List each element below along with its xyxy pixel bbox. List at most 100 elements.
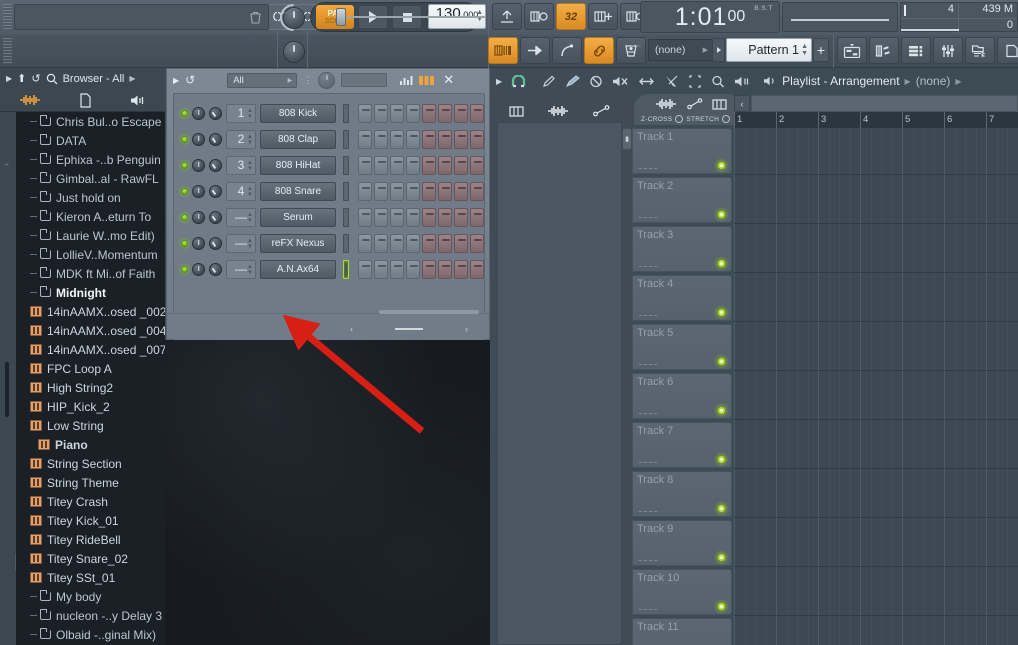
channel-enable-led[interactable] (181, 188, 188, 195)
pattern-menu-button[interactable] (712, 38, 725, 62)
channel-pan-knob[interactable] (209, 159, 222, 172)
channel-number[interactable]: —▲▼ (226, 208, 256, 227)
track-enable-led[interactable] (717, 406, 726, 415)
step-button[interactable] (438, 130, 452, 149)
waveform-tool-icon[interactable] (547, 105, 569, 117)
channel-name-button[interactable]: A.N.Ax64 (260, 260, 336, 279)
mute-tool-icon[interactable] (612, 75, 629, 88)
channel-pan-knob[interactable] (209, 211, 222, 224)
track-enable-led[interactable] (717, 357, 726, 366)
piano-roll-tool-icon[interactable] (509, 106, 524, 117)
playlist-track-header[interactable]: Track 8 (632, 471, 732, 517)
step-button[interactable] (390, 208, 404, 227)
browser-item[interactable]: Midnight (16, 283, 165, 302)
channel-row[interactable]: 1▲▼808 Kick (174, 100, 484, 126)
channel-enable-led[interactable] (181, 136, 188, 143)
playlist-time-ruler[interactable]: 1234567 (734, 112, 1018, 128)
toolbar-grip-2[interactable] (3, 38, 12, 64)
channel-number-spinner[interactable]: ▲▼ (247, 108, 253, 120)
link-icon[interactable] (584, 37, 614, 64)
track-enable-led[interactable] (717, 308, 726, 317)
playlist-scroll-left-button[interactable]: ‹ (734, 95, 750, 112)
pattern-spinner[interactable]: ▲▼ (801, 43, 808, 57)
magnet-snap-icon[interactable] (511, 75, 526, 88)
mixer-icon[interactable] (933, 37, 963, 64)
browser-item[interactable]: Chris Bul..o Escape (16, 112, 165, 131)
tab-automation-icon[interactable] (687, 98, 703, 110)
browser-item[interactable]: Piano (16, 435, 165, 454)
channel-select-indicator[interactable] (343, 260, 349, 279)
slip-tool-icon[interactable] (638, 75, 655, 88)
step-button[interactable] (470, 130, 484, 149)
channel-number[interactable]: —▲▼ (226, 234, 256, 253)
paint-tool-icon[interactable] (565, 75, 580, 88)
master-volume-knob[interactable] (283, 41, 305, 63)
step-button[interactable] (358, 260, 372, 279)
step-button[interactable] (390, 182, 404, 201)
step-button[interactable] (470, 182, 484, 201)
channel-select-indicator[interactable] (343, 234, 349, 253)
browser-scrollbar-thumb[interactable] (5, 362, 9, 417)
channel-enable-led[interactable] (181, 266, 188, 273)
rack-close-icon[interactable]: ✕ (443, 72, 454, 88)
delete-tool-icon[interactable] (589, 75, 603, 88)
rack-step-scroll[interactable]: ‹ › (350, 325, 468, 333)
channel-select-indicator[interactable] (343, 208, 349, 227)
step-button[interactable] (454, 234, 468, 253)
slider-handle[interactable] (336, 8, 346, 26)
browser-item[interactable]: Titey Kick_01 (16, 511, 165, 530)
automation-tool-icon[interactable] (593, 105, 610, 117)
playlist-track-header[interactable]: Track 4 (632, 275, 732, 321)
step-button[interactable] (390, 260, 404, 279)
channel-number[interactable]: 3▲▼ (226, 156, 256, 175)
step-button[interactable] (358, 104, 372, 123)
channel-name-button[interactable]: 808 Snare (260, 182, 336, 201)
plugin-picker-icon[interactable] (997, 37, 1018, 64)
tab-waveform-icon[interactable] (655, 98, 677, 110)
playback-tool-icon[interactable] (734, 75, 750, 88)
browser-item[interactable]: Titey Snare_02 (16, 549, 165, 568)
tab-piano-roll-icon[interactable] (712, 99, 727, 110)
step-button[interactable] (374, 156, 388, 175)
channel-pan-knob[interactable] (209, 237, 222, 250)
step-button[interactable] (406, 234, 420, 253)
rack-dots-icon[interactable]: ⋮ (303, 77, 312, 83)
browser-item[interactable]: 14inAAMX..osed _002 (16, 302, 165, 321)
channel-enable-led[interactable] (181, 214, 188, 221)
browser-item[interactable]: MDK ft Mi..of Faith (16, 264, 165, 283)
channel-number-spinner[interactable]: ▲▼ (247, 238, 253, 250)
rack-undo-icon[interactable]: ↺ (185, 73, 195, 87)
step-button[interactable] (422, 156, 436, 175)
playlist-track-header[interactable]: Track 2 (632, 177, 732, 223)
step-button[interactable] (358, 182, 372, 201)
channel-row[interactable]: 3▲▼808 HiHat (174, 152, 484, 178)
toolbar-grip-1[interactable] (3, 4, 12, 30)
piano-roll-icon[interactable] (869, 37, 899, 64)
channel-pan-knob[interactable] (209, 185, 222, 198)
track-enable-led[interactable] (717, 259, 726, 268)
channel-volume-knob[interactable] (192, 159, 205, 172)
channel-filter-selector[interactable]: All ▶ (227, 73, 297, 88)
track-enable-led[interactable] (717, 455, 726, 464)
browser-item[interactable]: Titey RideBell (16, 530, 165, 549)
playlist-track-header[interactable]: Track 1 (632, 128, 732, 174)
channel-select-indicator[interactable] (343, 156, 349, 175)
playlist-horizontal-scrollbar[interactable] (751, 95, 1018, 112)
browser-item[interactable]: Low String (16, 416, 165, 435)
browser-up-icon[interactable]: ⬆ (17, 72, 26, 85)
step-button[interactable] (470, 104, 484, 123)
browser-item[interactable]: DATA (16, 131, 165, 150)
track-enable-led[interactable] (717, 553, 726, 562)
browser-title-chevron-icon[interactable]: ▶ (129, 74, 135, 83)
browser-scroll-gutter[interactable]: ⌃ ▸ (0, 112, 16, 645)
step-button[interactable] (438, 104, 452, 123)
side-panel-resize-handle[interactable]: ▮ (622, 128, 632, 150)
step-button[interactable] (358, 156, 372, 175)
step-button[interactable] (422, 104, 436, 123)
browser-item[interactable]: Ephixa -..b Penguin (16, 150, 165, 169)
browser-search-icon[interactable] (46, 73, 58, 85)
playlist-track-header[interactable]: Track 5 (632, 324, 732, 370)
step-button[interactable] (358, 208, 372, 227)
channel-pan-knob[interactable] (209, 107, 222, 120)
playlist-track-header[interactable]: Track 9 (632, 520, 732, 566)
